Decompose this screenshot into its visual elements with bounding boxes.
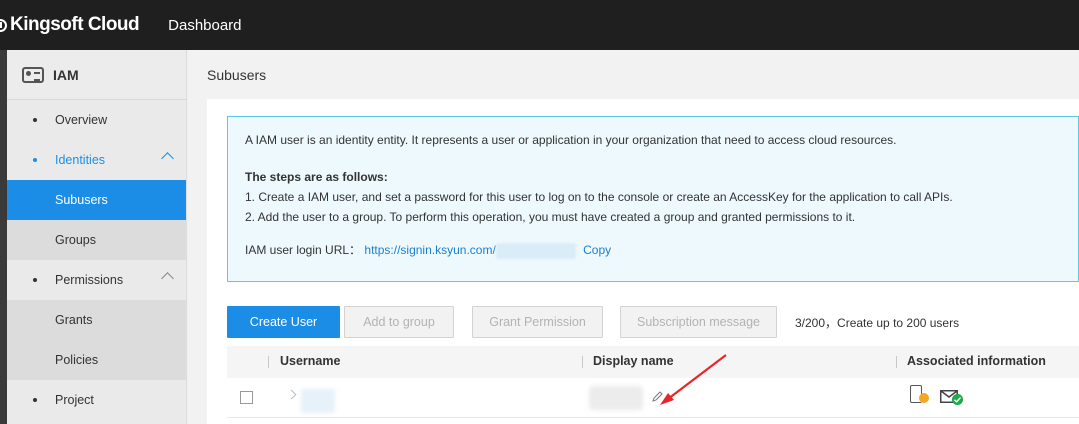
column-separator: [268, 356, 269, 368]
sidebar-item-identities[interactable]: Identities: [7, 140, 186, 180]
sidebar-item-label: Identities: [55, 153, 106, 167]
main-content: Subusers A IAM user is an identity entit…: [188, 50, 1079, 424]
annotation-arrow: [660, 354, 727, 405]
sidebar-header: IAM: [7, 50, 186, 100]
content-panel: A IAM user is an identity entity. It rep…: [207, 99, 1079, 424]
copy-link[interactable]: Copy: [583, 243, 611, 257]
user-quota-text: 3/200，Create up to 200 users: [795, 316, 960, 330]
sidebar-item-project[interactable]: Project: [7, 380, 186, 420]
login-url-label: IAM user login URL：: [245, 243, 362, 257]
top-bar: Kingsoft Cloud Dashboard: [0, 0, 1079, 50]
subscription-message-button[interactable]: Subscription message: [620, 306, 777, 338]
bullet-icon: [33, 278, 37, 282]
bullet-icon: [33, 118, 37, 122]
login-url-link[interactable]: https://signin.ksyun.com/: [364, 243, 495, 257]
create-user-button[interactable]: Create User: [227, 306, 340, 338]
redacted-display-name: [589, 386, 643, 410]
verified-check-icon: [952, 394, 963, 405]
column-associated-information[interactable]: Associated information: [907, 354, 1046, 368]
sidebar-title: IAM: [53, 66, 79, 83]
grant-permission-button[interactable]: Grant Permission: [472, 306, 603, 338]
sidebar-item-permissions[interactable]: Permissions: [7, 260, 186, 300]
sidebar-item-overview[interactable]: Overview: [7, 100, 186, 140]
id-card-icon: [22, 66, 44, 83]
sidebar-item-groups[interactable]: Groups: [7, 220, 186, 260]
info-step-1: 1. Create a IAM user, and set a password…: [245, 190, 953, 204]
nav-dashboard[interactable]: Dashboard: [168, 17, 241, 34]
info-description: A IAM user is an identity entity. It rep…: [245, 133, 897, 147]
bullet-icon: [33, 398, 37, 402]
sidebar: IAM Overview Identities Subusers Groups …: [7, 50, 187, 424]
sidebar-collapse-strip: [0, 50, 7, 424]
sidebar-item-policies[interactable]: Policies: [7, 340, 186, 380]
add-to-group-button[interactable]: Add to group: [344, 306, 454, 338]
brand-logo[interactable]: Kingsoft Cloud: [0, 14, 140, 36]
chevron-up-icon: [161, 272, 174, 285]
info-step-2: 2. Add the user to a group. To perform t…: [245, 210, 856, 224]
bullet-icon: [33, 158, 37, 162]
sidebar-item-subusers[interactable]: Subusers: [7, 180, 186, 220]
chevron-right-icon[interactable]: [286, 389, 297, 400]
redacted-username: [301, 389, 335, 413]
login-url-row: IAM user login URL： https://signin.ksyun…: [245, 240, 1078, 260]
row-checkbox[interactable]: [240, 391, 253, 404]
warning-badge-icon: [919, 393, 929, 403]
sidebar-item-grants[interactable]: Grants: [7, 300, 186, 340]
column-separator: [582, 356, 583, 368]
sidebar-item-label: Project: [55, 393, 94, 407]
chevron-up-icon: [161, 152, 174, 165]
column-username[interactable]: Username: [280, 354, 340, 368]
sidebar-item-label: Permissions: [55, 273, 124, 287]
sidebar-item-label: Overview: [55, 113, 108, 127]
info-steps-title: The steps are as follows:: [245, 170, 388, 184]
info-box: A IAM user is an identity entity. It rep…: [227, 116, 1079, 282]
column-separator: [896, 356, 897, 368]
redacted-url-segment: [495, 242, 576, 259]
kingsoft-cloud-logo-icon: [0, 18, 7, 32]
brand-name: Kingsoft Cloud: [10, 14, 140, 35]
page-title: Subusers: [207, 67, 267, 83]
